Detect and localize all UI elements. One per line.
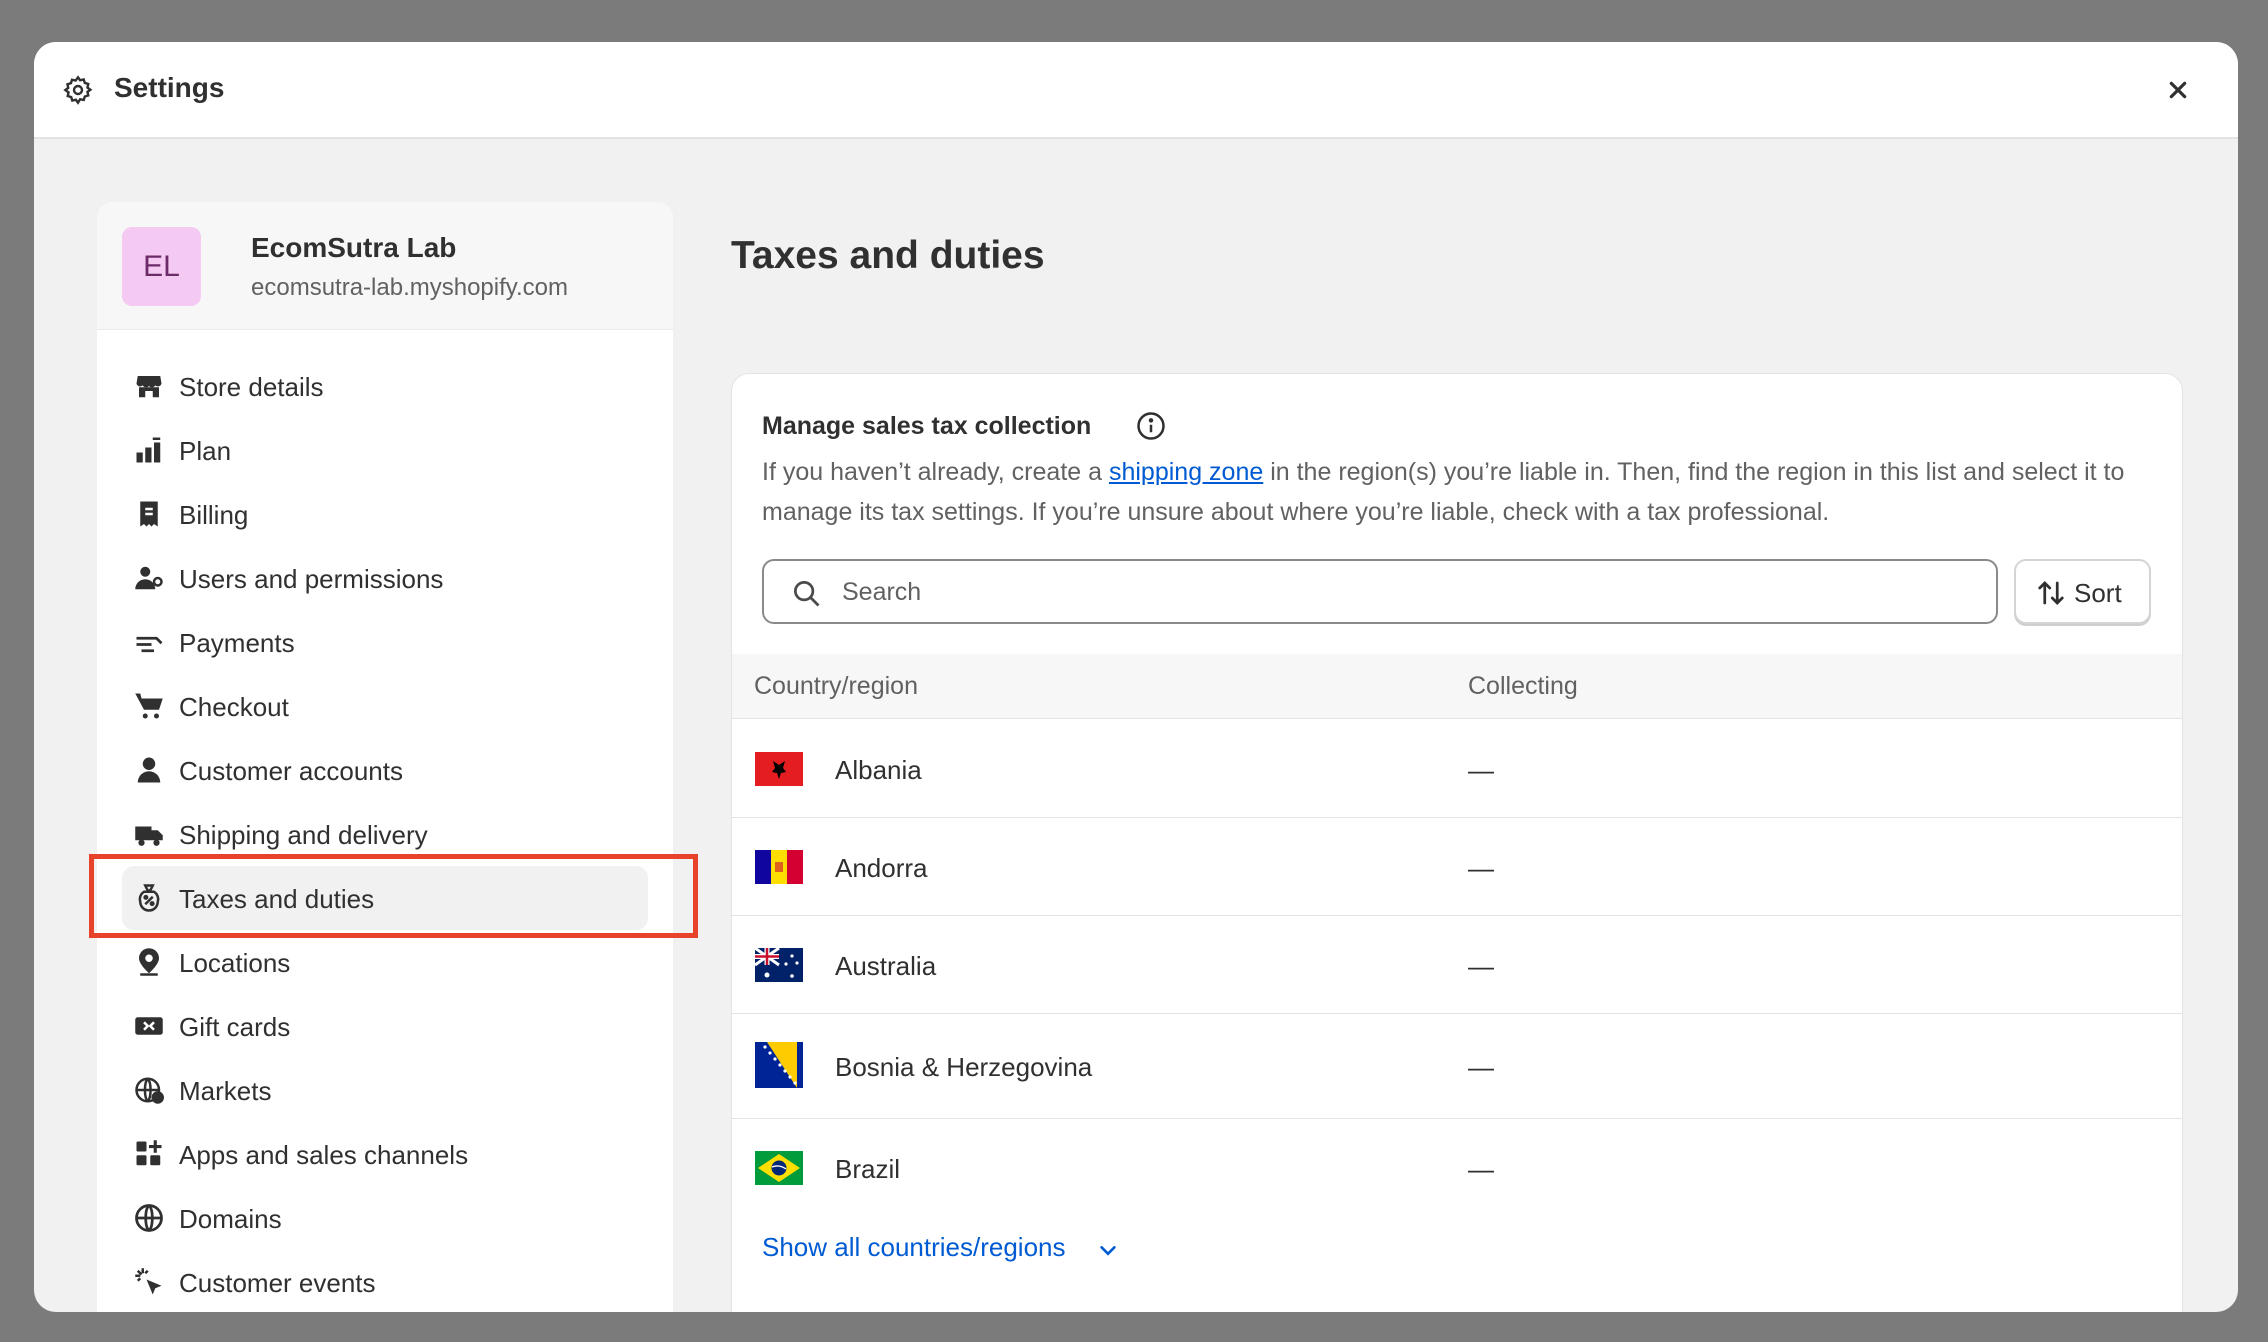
store-card[interactable]: EL EcomSutra Lab ecomsutra-lab.myshopify… <box>97 202 673 330</box>
sidebar-item-markets[interactable]: Markets <box>122 1058 648 1122</box>
column-header-collecting: Collecting <box>1468 672 1578 700</box>
brazil-flag <box>755 1151 803 1185</box>
info-icon[interactable] <box>1136 411 1166 441</box>
globe-icon <box>135 1204 163 1232</box>
store-name: EcomSutra Lab <box>251 232 457 263</box>
sidebar-item-shipping[interactable]: Shipping and delivery <box>122 802 648 866</box>
truck-icon <box>135 826 163 846</box>
sidebar-item-locations[interactable]: Locations <box>122 930 648 994</box>
table-row[interactable]: Brazil — <box>732 1119 2182 1217</box>
country-name: Australia <box>835 951 937 981</box>
search-field[interactable] <box>762 559 1998 624</box>
sidebar-item-label: Customer accounts <box>179 756 403 786</box>
cursor-click-icon <box>135 1268 162 1295</box>
albania-flag <box>755 752 803 786</box>
person-icon <box>137 757 161 783</box>
sidebar-item-label: Locations <box>179 948 291 978</box>
avatar: EL <box>122 227 201 306</box>
globe-currency-icon <box>135 1077 164 1104</box>
gift-card-icon <box>135 1017 163 1035</box>
table-header: Country/region Collecting <box>732 654 2182 719</box>
andorra-flag <box>755 850 803 884</box>
sidebar-item-billing[interactable]: Billing <box>122 482 648 546</box>
sidebar-item-label: Billing <box>179 500 249 530</box>
chevron-down-icon[interactable] <box>1097 1242 1119 1260</box>
table-row[interactable]: Andorra — <box>732 818 2182 916</box>
country-name: Albania <box>835 755 922 785</box>
sidebar-item-label: Apps and sales channels <box>179 1140 469 1170</box>
plan-icon <box>136 437 161 463</box>
apps-icon <box>136 1140 162 1166</box>
sidebar-item-domains[interactable]: Domains <box>122 1186 648 1250</box>
sidebar-item-apps[interactable]: Apps and sales channels <box>122 1122 648 1186</box>
card-heading: Manage sales tax collection <box>762 412 1092 440</box>
sidebar-item-plan[interactable]: Plan <box>122 418 648 482</box>
sidebar-item-label: Checkout <box>179 692 289 722</box>
page-title: Taxes and duties <box>731 234 1045 277</box>
collecting-status: — <box>1468 853 1494 883</box>
country-name: Bosnia & Herzegovina <box>835 1052 1093 1082</box>
tax-icon <box>138 884 160 912</box>
sidebar-item-label: Customer events <box>179 1268 376 1298</box>
sidebar-item-label: Payments <box>179 628 295 658</box>
billing-icon <box>140 501 158 527</box>
sidebar-item-checkout[interactable]: Checkout <box>122 674 648 738</box>
sidebar-item-label: Domains <box>179 1204 282 1234</box>
description-text: If you haven’t already, create a <box>762 458 1109 486</box>
sidebar-item-customer-events[interactable]: Customer events <box>122 1250 648 1312</box>
sidebar-item-users[interactable]: Users and permissions <box>122 546 648 610</box>
show-all-countries-link[interactable]: Show all countries/regions <box>762 1232 1066 1263</box>
settings-sidebar: EL EcomSutra Lab ecomsutra-lab.myshopify… <box>97 202 673 1312</box>
modal-title: Settings <box>114 72 225 103</box>
table-row[interactable]: Albania — <box>732 720 2182 818</box>
gear-icon <box>63 75 93 105</box>
store-url: ecomsutra-lab.myshopify.com <box>251 274 568 301</box>
country-name: Andorra <box>835 853 928 883</box>
collecting-status: — <box>1468 1052 1494 1082</box>
sidebar-item-label: Shipping and delivery <box>179 820 428 850</box>
sort-label: Sort <box>2074 578 2122 608</box>
australia-flag <box>755 948 803 982</box>
close-icon[interactable] <box>2162 74 2194 106</box>
location-icon <box>139 948 159 976</box>
sales-tax-card: Manage sales tax collection If you haven… <box>731 373 2183 1312</box>
sidebar-nav: Store details Plan Billing Users and per… <box>97 354 673 1312</box>
column-header-country: Country/region <box>754 672 918 700</box>
sidebar-item-taxes[interactable]: Taxes and duties <box>122 866 648 930</box>
collecting-status: — <box>1468 1154 1494 1184</box>
sidebar-item-label: Users and permissions <box>179 564 444 594</box>
sidebar-item-gift-cards[interactable]: Gift cards <box>122 994 648 1058</box>
sort-icon <box>2038 581 2064 605</box>
sidebar-item-store-details[interactable]: Store details <box>122 354 648 418</box>
store-icon <box>136 376 162 398</box>
sidebar-item-label: Store details <box>179 372 324 402</box>
cart-icon <box>135 693 163 719</box>
card-description: If you haven’t already, create a shippin… <box>762 452 2162 532</box>
modal-header: Settings <box>34 42 2238 139</box>
sidebar-item-customer-accounts[interactable]: Customer accounts <box>122 738 648 802</box>
table-row[interactable]: Bosnia & Herzegovina — <box>732 1014 2182 1119</box>
search-input[interactable] <box>842 571 1942 613</box>
sidebar-item-label: Plan <box>179 436 232 466</box>
payments-icon <box>136 636 163 653</box>
collecting-status: — <box>1468 755 1494 785</box>
sort-button[interactable]: Sort <box>2014 559 2151 624</box>
sidebar-item-payments[interactable]: Payments <box>122 610 648 674</box>
sidebar-item-label: Gift cards <box>179 1012 291 1042</box>
shipping-zone-link[interactable]: shipping zone <box>1109 458 1263 486</box>
settings-modal: Settings EL EcomSutra Lab ecomsutra-lab.… <box>34 42 2238 1312</box>
search-icon <box>794 581 820 607</box>
bosnia-flag <box>755 1042 803 1088</box>
country-name: Brazil <box>835 1154 901 1184</box>
users-icon <box>135 566 163 590</box>
sidebar-item-label: Markets <box>179 1076 272 1106</box>
collecting-status: — <box>1468 951 1494 981</box>
table-row[interactable]: Australia — <box>732 916 2182 1014</box>
sidebar-item-label: Taxes and duties <box>179 884 375 914</box>
